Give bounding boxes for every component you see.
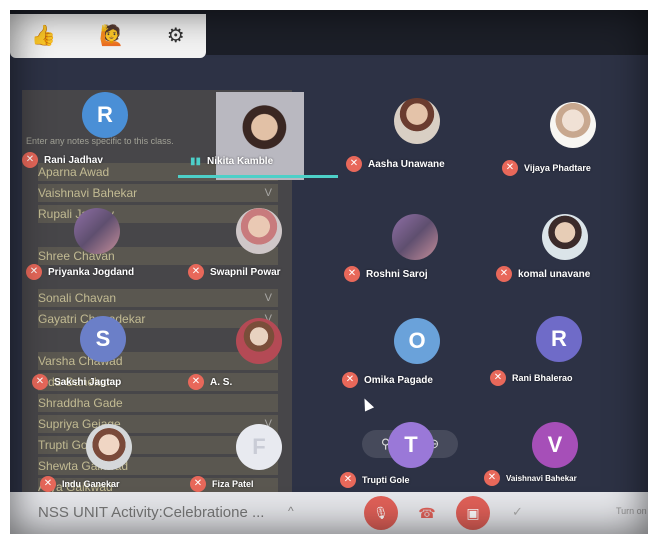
mic-off-icon: ✕: [32, 374, 48, 390]
avatar-fiza-patel: F: [236, 424, 282, 470]
call-controls-bar: NSS UNIT Activity:Celebratione ... ^ 🎙 ☎…: [10, 492, 648, 534]
participant-komal-unavane[interactable]: ✕ komal unavane: [496, 266, 590, 282]
participant-roshni-saroj[interactable]: ✕ Roshni Saroj: [344, 266, 428, 282]
raise-hand-icon[interactable]: 🙋: [99, 26, 124, 46]
participant-nikita-kamble[interactable]: ▮▮ Nikita Kamble: [190, 156, 273, 167]
mic-off-icon: ✕: [502, 160, 518, 176]
avatar-indu-ganekar: [86, 424, 132, 470]
leave-call-button[interactable]: ☎: [410, 496, 444, 530]
avatar-sakshi-jagtap: S: [80, 316, 126, 362]
check-icon[interactable]: ✓: [512, 504, 523, 520]
mic-off-icon: ✕: [340, 472, 356, 488]
participant-rani-jadhav[interactable]: ✕ Rani Jadhav: [22, 152, 103, 168]
participant-indu-ganekar[interactable]: ✕ Indu Ganekar: [40, 476, 120, 492]
camera-toggle-button[interactable]: ▣: [456, 496, 490, 530]
mic-off-icon: 🎙: [373, 506, 389, 520]
mouse-cursor-icon: [359, 396, 375, 412]
turn-on-captions[interactable]: Turn on: [616, 506, 647, 516]
mic-off-icon: ✕: [484, 470, 500, 486]
avatar-vaishnavi-bahekar: V: [532, 422, 578, 468]
meeting-title[interactable]: NSS UNIT Activity:Celebratione ...: [38, 504, 264, 521]
mic-off-icon: ✕: [346, 156, 362, 172]
list-item: Shree Chavan: [38, 247, 278, 265]
mic-off-icon: ✕: [490, 370, 506, 386]
mic-off-icon: ✕: [188, 374, 204, 390]
participant-vaishnavi-bahekar[interactable]: ✕ Vaishnavi Bahekar: [484, 470, 577, 486]
avatar-vijaya-phadtare: [550, 102, 596, 148]
participant-omika-pagade[interactable]: ✕ Omika Pagade: [342, 372, 433, 388]
mic-toggle-button[interactable]: 🎙: [364, 496, 398, 530]
avatar-trupti-gole: T: [388, 422, 434, 468]
avatar-roshni-saroj: [392, 214, 438, 260]
list-item: Sonali Chavan V: [38, 289, 278, 307]
avatar-aasha-unawane: [394, 98, 440, 144]
avatar-omika-pagade: O: [394, 318, 440, 364]
avatar-komal-unavane: [542, 214, 588, 260]
camera-off-icon: ▣: [466, 504, 480, 521]
active-speaker-indicator: [178, 175, 338, 178]
mic-off-icon: ✕: [344, 266, 360, 282]
mic-off-icon: ✕: [188, 264, 204, 280]
mic-off-icon: ✕: [26, 264, 42, 280]
participant-vijaya-phadtare[interactable]: ✕ Vijaya Phadtare: [502, 160, 591, 176]
participant-a-s[interactable]: ✕ A. S.: [188, 374, 232, 390]
mic-off-icon: ✕: [190, 476, 206, 492]
avatar-priyanka-jogdand: [74, 208, 120, 254]
participant-rani-bhalerao[interactable]: ✕ Rani Bhalerao: [490, 370, 573, 386]
participant-priyanka-jogdand[interactable]: ✕ Priyanka Jogdand: [26, 264, 134, 280]
avatar-a-s: [236, 318, 282, 364]
list-item: Shraddha Gade: [38, 394, 278, 412]
phone-hangup-icon: ☎: [418, 504, 436, 521]
list-item: Vaishnavi Bahekar V: [38, 184, 278, 202]
participant-aasha-unawane[interactable]: ✕ Aasha Unawane: [346, 156, 445, 172]
chevron-up-icon[interactable]: ^: [288, 504, 294, 518]
participant-sakshi-jagtap[interactable]: ✕ Sakshi Jagtap: [32, 374, 121, 390]
thumbs-up-icon[interactable]: 👍: [31, 26, 56, 46]
mic-off-icon: ✕: [496, 266, 512, 282]
reactions-bar: 👍 🙋 ⚙: [10, 14, 206, 58]
mic-off-icon: ✕: [22, 152, 38, 168]
settings-gear-icon[interactable]: ⚙: [167, 26, 185, 46]
participant-trupti-gole[interactable]: ✕ Trupti Gole: [340, 472, 410, 488]
avatar-rani-jadhav: R: [82, 92, 128, 138]
speaking-icon: ▮▮: [190, 156, 202, 167]
mic-off-icon: ✕: [342, 372, 358, 388]
avatar-rani-bhalerao: R: [536, 316, 582, 362]
mic-off-icon: ✕: [40, 476, 56, 492]
meet-screen: 👍 🙋 ⚙ Enter any notes specific to this c…: [10, 10, 648, 534]
participant-swapnil-powar[interactable]: ✕ Swapnil Powar: [188, 264, 281, 280]
avatar-swapnil-powar: [236, 208, 282, 254]
participant-fiza-patel[interactable]: ✕ Fiza Patel: [190, 476, 254, 492]
